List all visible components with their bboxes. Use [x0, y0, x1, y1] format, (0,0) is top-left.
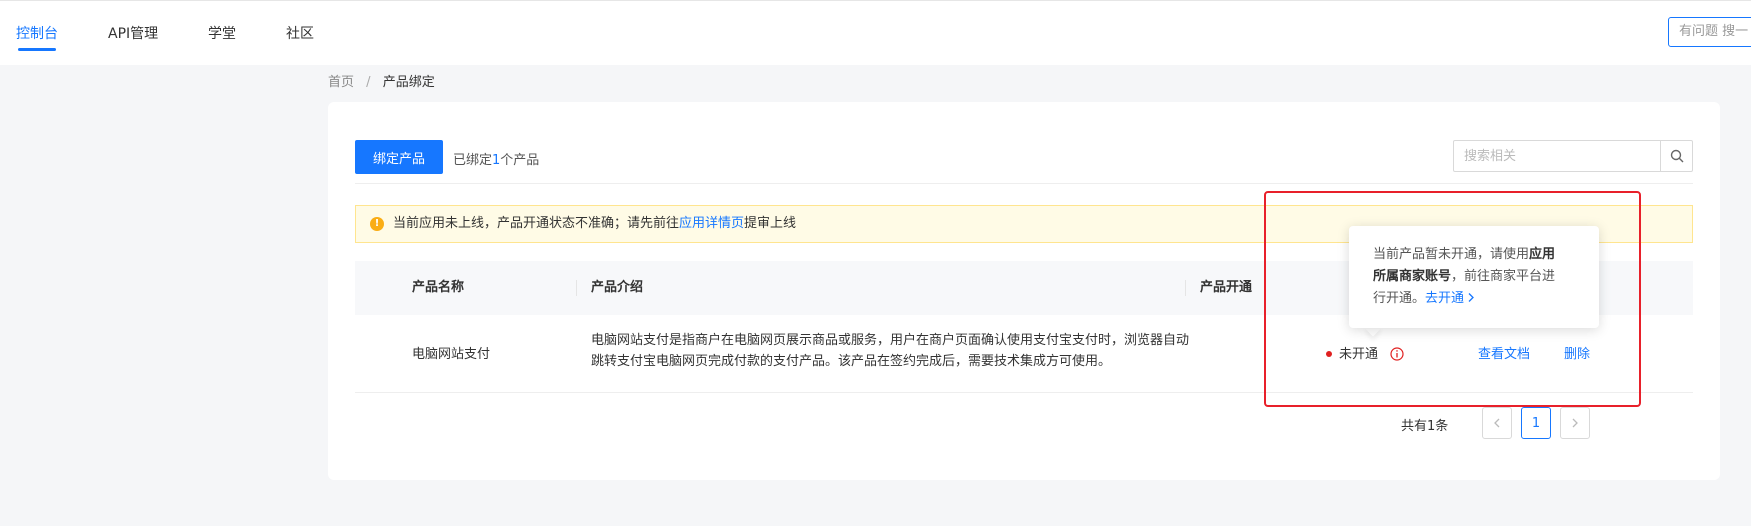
- help-search-input[interactable]: 有问题 搜一: [1668, 17, 1751, 47]
- column-header-status: 产品开通: [1200, 280, 1253, 295]
- product-description: 电脑网站支付是指商户在电脑网页展示商品或服务，用户在商户页面确认使用支付宝支付时…: [591, 330, 1231, 372]
- chevron-right-icon: [1572, 418, 1578, 428]
- chevron-left-icon: [1494, 418, 1500, 428]
- column-divider: [576, 280, 577, 296]
- page-number-button[interactable]: 1: [1521, 407, 1551, 439]
- warning-icon: !: [370, 217, 384, 231]
- pagination-total: 共有1条: [1401, 419, 1449, 434]
- toolbar-divider: [355, 183, 1693, 184]
- search-icon: [1670, 149, 1683, 163]
- nav-item-console[interactable]: 控制台: [16, 23, 58, 43]
- description-line: 跳转支付宝电脑网页完成付款的支付产品。该产品在签约完成后，需要技术集成方可使用。: [591, 354, 1112, 369]
- breadcrumb-home[interactable]: 首页: [328, 75, 354, 90]
- description-line: 电脑网站支付是指商户在电脑网页展示商品或服务，用户在商户页面确认使用支付宝支付时…: [591, 333, 1190, 348]
- product-name: 电脑网站支付: [412, 347, 491, 362]
- column-header-description: 产品介绍: [591, 280, 644, 295]
- bound-prefix: 已绑定: [453, 153, 493, 168]
- bind-product-button[interactable]: 绑定产品: [355, 140, 443, 174]
- nav-item-community[interactable]: 社区: [286, 23, 314, 43]
- alert-text-before: 当前应用未上线，产品开通状态不准确；请先前往: [393, 216, 680, 231]
- column-divider: [1185, 280, 1186, 296]
- alert-text-after: 提审上线: [744, 216, 797, 231]
- breadcrumb-separator: /: [366, 75, 371, 90]
- highlight-annotation-box: [1264, 191, 1641, 407]
- search-box: [1453, 140, 1693, 172]
- search-button[interactable]: [1660, 141, 1692, 171]
- breadcrumb: 首页 / 产品绑定: [328, 71, 435, 90]
- bound-count-text: 已绑定1个产品: [453, 149, 539, 168]
- search-input[interactable]: [1454, 141, 1660, 171]
- breadcrumb-current: 产品绑定: [382, 75, 435, 90]
- column-header-name: 产品名称: [412, 280, 465, 295]
- prev-page-button[interactable]: [1482, 407, 1512, 439]
- app-detail-link[interactable]: 应用详情页: [679, 216, 744, 231]
- nav-active-underline: [18, 48, 56, 51]
- bound-suffix: 个产品: [500, 153, 540, 168]
- nav-item-academy[interactable]: 学堂: [208, 23, 236, 43]
- top-navigation: 控制台 API管理 学堂 社区 有问题 搜一: [0, 0, 1751, 65]
- nav-item-api[interactable]: API管理: [108, 23, 158, 43]
- next-page-button[interactable]: [1560, 407, 1590, 439]
